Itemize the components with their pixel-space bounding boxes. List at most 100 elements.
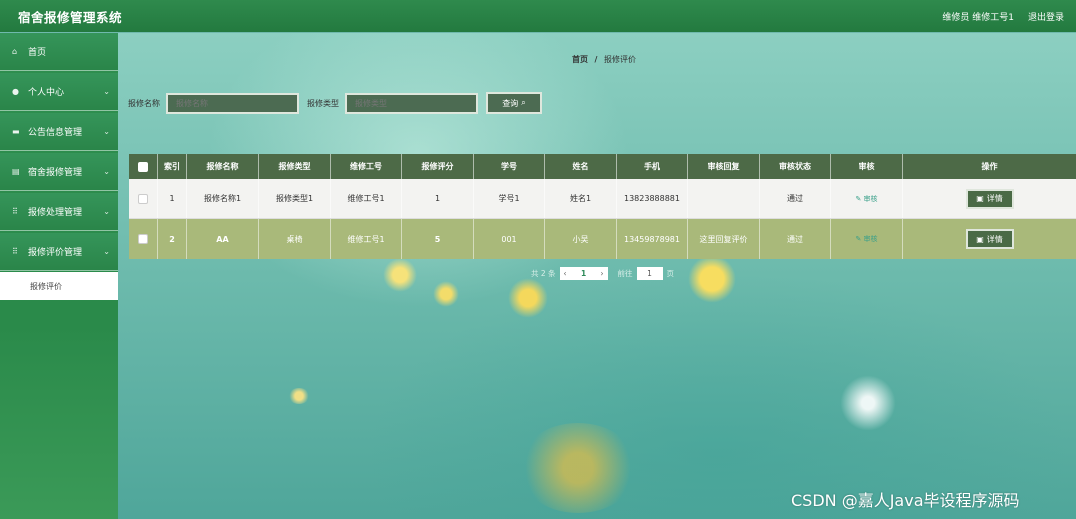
- column-header: 审核回复: [688, 154, 760, 179]
- submenu-item-repair-evaluation[interactable]: 报修评价: [0, 272, 118, 300]
- sidebar-item-home[interactable]: ⌂ 首页: [0, 33, 118, 71]
- breadcrumb-home[interactable]: 首页: [572, 55, 588, 64]
- detail-button-label: 详情: [986, 194, 1003, 203]
- cell-status: 通过: [760, 219, 831, 259]
- watermark: CSDN @嘉人Java毕设程序源码: [791, 491, 1020, 510]
- cell-repair-type: 报修类型1: [259, 179, 331, 218]
- cell-index: 2: [158, 219, 187, 259]
- pagination-total: 共 2 条: [531, 269, 556, 278]
- column-header: 手机: [617, 154, 688, 179]
- next-page-icon[interactable]: ›: [601, 269, 604, 278]
- chevron-down-icon: ⌄: [103, 167, 110, 176]
- search-button-label: 查询: [502, 98, 519, 108]
- sidebar-item-label: 宿舍报修管理: [28, 168, 83, 178]
- app-title: 宿舍报修管理系统: [18, 9, 123, 25]
- column-header: 姓名: [545, 154, 617, 179]
- background-decoration: [383, 258, 417, 292]
- goto-page-input[interactable]: 1: [636, 267, 663, 280]
- column-header: 审核状态: [760, 154, 831, 179]
- cell-phone: 13459878981: [617, 219, 688, 259]
- table-row: 2 AA 桌椅 维修工号1 5 001 小吴 13459878981 这里回复评…: [129, 219, 1076, 259]
- cell-repair-name: AA: [187, 219, 259, 259]
- sidebar-item-announcements[interactable]: ▬ 公告信息管理 ⌄: [0, 113, 118, 151]
- column-header: 操作: [981, 162, 998, 171]
- message-icon: ▬: [12, 127, 20, 136]
- table-row: 1 报修名称1 报修类型1 维修工号1 1 学号1 姓名1 1382388888…: [129, 179, 1076, 219]
- row-checkbox[interactable]: [138, 234, 148, 244]
- row-checkbox[interactable]: [138, 193, 148, 204]
- review-link[interactable]: ✎ 审核: [855, 194, 877, 204]
- edit-icon: ✎: [855, 235, 864, 243]
- cell-review: ✎ 审核: [831, 179, 903, 218]
- detail-button[interactable]: ▣ 详情: [965, 229, 1014, 249]
- sidebar-item-label: 报修评价管理: [28, 248, 83, 258]
- search-name-label: 报修名称: [128, 98, 160, 108]
- cell-actions: ▣ 详情: [903, 219, 1076, 259]
- search-name-input[interactable]: [166, 92, 299, 114]
- detail-button[interactable]: ▣ 详情: [965, 188, 1014, 209]
- cell-actions: ▣ 详情: [903, 179, 1076, 218]
- logout-link[interactable]: 退出登录: [1028, 10, 1064, 23]
- search-bar: 报修名称 报修类型 查询 ⌕: [128, 92, 542, 114]
- top-right-area: 维修员 维修工号1 退出登录: [942, 10, 1064, 23]
- background-decoration: [288, 388, 310, 404]
- search-type-label: 报修类型: [307, 98, 339, 108]
- column-header: 审核: [831, 154, 903, 179]
- home-icon: ⌂: [12, 47, 18, 56]
- search-button[interactable]: 查询 ⌕: [486, 92, 542, 114]
- background-decoration: [518, 423, 638, 513]
- sidebar-item-personal-center[interactable]: ● 个人中心 ⌄: [0, 73, 118, 111]
- edit-icon: ✎: [855, 194, 864, 203]
- background-decoration: [508, 278, 548, 318]
- row-select-cell: [129, 179, 158, 218]
- background-decoration: [688, 255, 736, 303]
- select-all-checkbox[interactable]: [138, 161, 148, 172]
- sidebar-item-repair-evaluation[interactable]: ⠿ 报修评价管理 ⌄: [0, 233, 118, 271]
- top-bar: 宿舍报修管理系统 维修员 维修工号1 退出登录: [0, 0, 1076, 32]
- sidebar-item-label: 报修处理管理: [28, 208, 83, 218]
- page-suffix: 页: [666, 269, 675, 278]
- column-header: 报修名称: [187, 154, 259, 179]
- breadcrumb-separator: /: [594, 55, 598, 64]
- cell-student-name: 小吴: [545, 219, 617, 259]
- current-user: 维修员 维修工号1: [942, 12, 1014, 23]
- cell-status: 通过: [760, 179, 831, 218]
- goto-label: 前往: [617, 269, 633, 278]
- sidebar-item-repair-requests[interactable]: ▤ 宿舍报修管理 ⌄: [0, 153, 118, 191]
- chevron-down-icon: ⌄: [103, 127, 110, 136]
- sidebar-item-label: 首页: [28, 48, 47, 58]
- main-content: 首页 / 报修评价 报修名称 报修类型 查询 ⌕ 索引 报修名称 报修类型 维修…: [118, 33, 1076, 519]
- document-icon: ▣: [976, 234, 984, 244]
- chevron-down-icon: ⌄: [103, 247, 110, 256]
- list-icon: ▤: [12, 167, 20, 176]
- sidebar-item-label: 个人中心: [28, 88, 65, 98]
- cell-reply: [688, 179, 760, 218]
- current-page[interactable]: 1: [581, 269, 586, 278]
- select-all-cell: [129, 154, 158, 179]
- review-link-label: 审核: [863, 235, 878, 243]
- prev-page-icon[interactable]: ‹: [564, 269, 567, 278]
- column-header: 索引: [158, 154, 187, 179]
- cell-repair-name: 报修名称1: [187, 179, 259, 218]
- background-decoration: [838, 373, 898, 433]
- cell-student-id: 学号1: [474, 179, 545, 218]
- review-link-label: 审核: [863, 194, 878, 203]
- cell-student-name: 姓名1: [545, 179, 617, 218]
- table-header-row: 索引 报修名称 报修类型 维修工号 报修评分 学号 姓名 手机 审核回复 审核状…: [129, 154, 1076, 179]
- pagination-nav: ‹ 1 ›: [559, 267, 608, 280]
- cell-review: ✎ 审核: [831, 219, 903, 259]
- pagination: 共 2 条 ‹ 1 › 前往 1 页: [531, 267, 674, 280]
- cell-student-id: 001: [474, 219, 545, 259]
- review-link[interactable]: ✎ 审核: [855, 234, 877, 244]
- cell-repair-type: 桌椅: [259, 219, 331, 259]
- search-type-input[interactable]: [345, 92, 478, 114]
- grid-icon: ⠿: [12, 207, 18, 216]
- document-icon: ▣: [976, 194, 984, 203]
- sidebar-item-repair-handling[interactable]: ⠿ 报修处理管理 ⌄: [0, 193, 118, 231]
- background-decoration: [433, 281, 459, 307]
- cell-phone: 13823888881: [617, 179, 688, 218]
- breadcrumb-current: 报修评价: [604, 55, 637, 64]
- chevron-down-icon: ⌄: [103, 87, 110, 96]
- cell-score: 1: [402, 179, 474, 218]
- breadcrumb: 首页 / 报修评价: [572, 54, 636, 65]
